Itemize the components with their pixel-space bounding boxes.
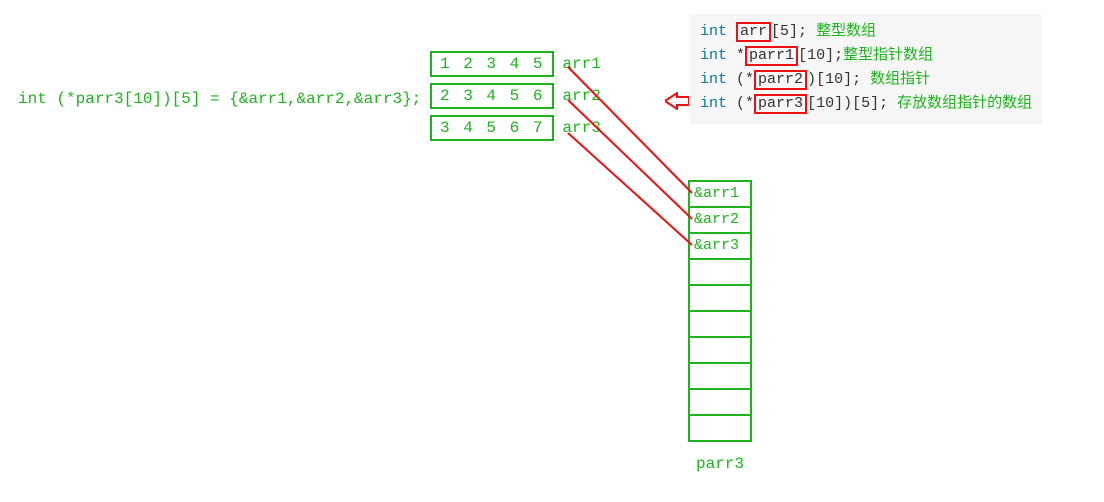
keyword: int [700, 47, 727, 64]
parr3-cell [690, 364, 750, 390]
code-line-4: int (*parr3[10])[5]; 存放数组指针的数组 [700, 92, 1032, 116]
boxed-ident: parr3 [754, 94, 807, 114]
array-row: 3 4 5 6 7 arr3 [430, 115, 601, 141]
parr3-cell [690, 416, 750, 442]
keyword: int [700, 95, 727, 112]
code-comment: 数组指针 [870, 71, 930, 88]
parr3-cell: &arr2 [690, 208, 750, 234]
arrow-left-icon [665, 92, 689, 110]
star: * [736, 47, 745, 64]
code-comment: 存放数组指针的数组 [897, 95, 1032, 112]
close-paren: [10])[5]; [807, 95, 888, 112]
close-paren: )[10]; [807, 71, 861, 88]
keyword: int [700, 23, 727, 40]
array-label: arr2 [562, 87, 600, 105]
parr3-cell [690, 286, 750, 312]
array-values: 3 4 5 6 7 [430, 115, 554, 141]
keyword: int [700, 71, 727, 88]
array-values: 1 2 3 4 5 [430, 51, 554, 77]
code-comment: 整型数组 [816, 23, 876, 40]
parr3-table: &arr1 &arr2 &arr3 [688, 180, 752, 442]
open-paren: (* [736, 71, 754, 88]
array-row: 2 3 4 5 6 arr2 [430, 83, 601, 109]
parr3-cell: &arr1 [690, 182, 750, 208]
array-label: arr3 [562, 119, 600, 137]
array-values: 2 3 4 5 6 [430, 83, 554, 109]
array-label: arr1 [562, 55, 600, 73]
parr3-cell: &arr3 [690, 234, 750, 260]
code-line-3: int (*parr2)[10]; 数组指针 [700, 68, 1032, 92]
boxed-ident: parr2 [754, 70, 807, 90]
boxed-ident: arr [736, 22, 771, 42]
code-line-2: int *parr1[10];整型指针数组 [700, 44, 1032, 68]
array-group: 1 2 3 4 5 arr1 2 3 4 5 6 arr2 3 4 5 6 7 … [430, 51, 601, 147]
code-panel: int arr[5]; 整型数组 int *parr1[10];整型指针数组 i… [690, 14, 1042, 124]
code-rest: [10]; [798, 47, 843, 64]
parr3-cell [690, 390, 750, 416]
open-paren: (* [736, 95, 754, 112]
array-row: 1 2 3 4 5 arr1 [430, 51, 601, 77]
parr3-cell [690, 312, 750, 338]
declaration-text: int (*parr3[10])[5] = {&arr1,&arr2,&arr3… [18, 90, 421, 108]
code-rest: [5]; [771, 23, 807, 40]
parr3-cell [690, 260, 750, 286]
parr3-cell [690, 338, 750, 364]
code-line-1: int arr[5]; 整型数组 [700, 20, 1032, 44]
boxed-ident: parr1 [745, 46, 798, 66]
code-comment: 整型指针数组 [843, 47, 933, 64]
parr3-label: parr3 [696, 455, 744, 473]
